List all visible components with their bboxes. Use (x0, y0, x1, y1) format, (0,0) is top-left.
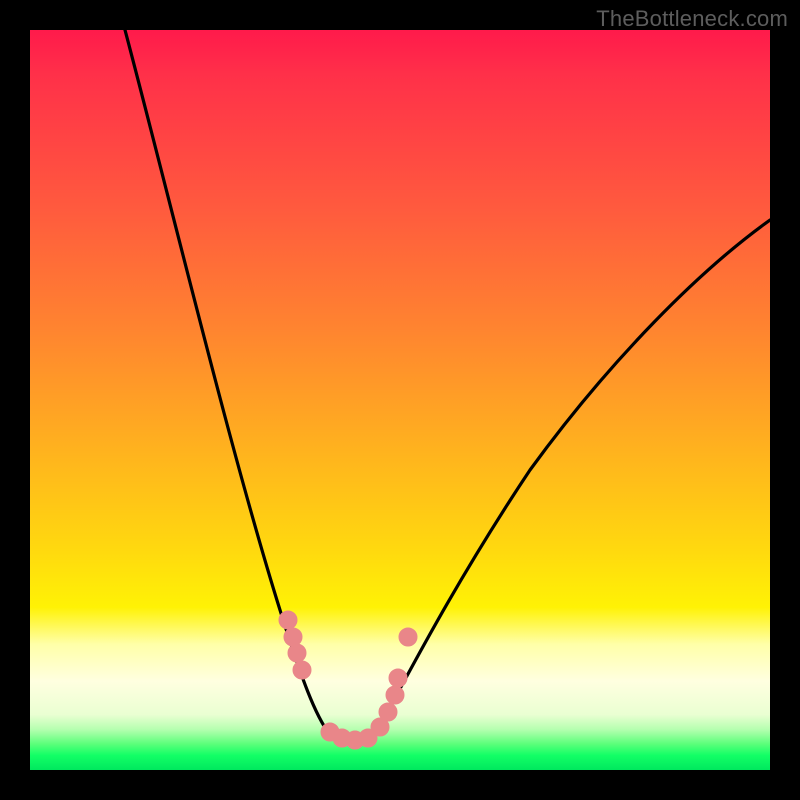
marker-group (279, 611, 417, 749)
marker-dot (386, 686, 404, 704)
marker-dot (284, 628, 302, 646)
marker-dot (389, 669, 407, 687)
marker-dot (293, 661, 311, 679)
curve-right-branch (375, 220, 770, 735)
marker-dot (279, 611, 297, 629)
plot-area (30, 30, 770, 770)
curve-layer (30, 30, 770, 770)
marker-dot (379, 703, 397, 721)
curve-left-branch (125, 30, 330, 735)
chart-stage: TheBottleneck.com (0, 0, 800, 800)
marker-dot (288, 644, 306, 662)
watermark-text: TheBottleneck.com (596, 6, 788, 32)
marker-dot (399, 628, 417, 646)
